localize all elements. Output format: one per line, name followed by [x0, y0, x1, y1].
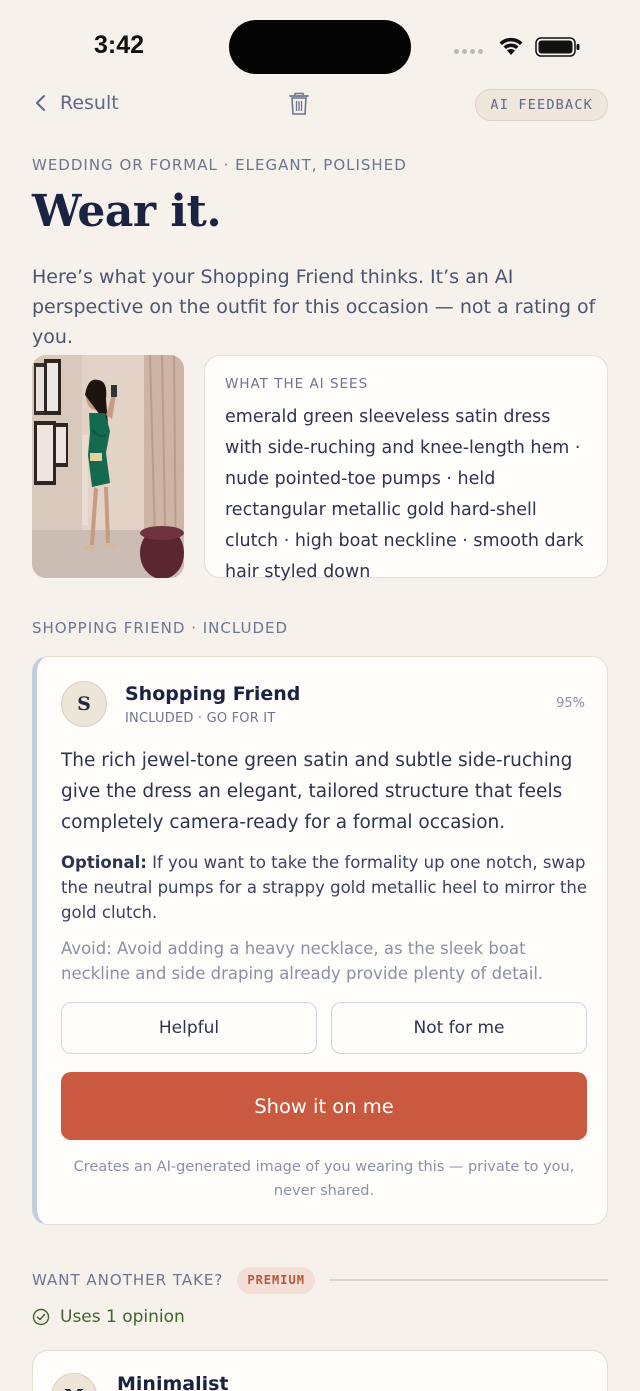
minimalist-card[interactable]: M Minimalist [32, 1350, 608, 1391]
back-label: Result [60, 92, 119, 114]
check-circle-icon [32, 1308, 50, 1326]
wifi-icon [499, 37, 523, 55]
dynamic-island [229, 20, 411, 74]
chevron-left-icon [36, 95, 45, 111]
privacy-disclaimer: Creates an AI-generated image of you wea… [73, 1159, 575, 1199]
outfit-photo[interactable] [32, 355, 184, 578]
friend-name: Shopping Friend [125, 683, 301, 705]
another-take-header: WANT ANOTHER TAKE? PREMIUM [32, 1266, 608, 1294]
intro-text: Here’s what your Shopping Friend thinks.… [32, 266, 596, 348]
page-title: Wear it. [32, 186, 222, 237]
uses-opinion-note: Uses 1 opinion [32, 1307, 185, 1327]
uses-opinion-text: Uses 1 opinion [60, 1307, 185, 1327]
optional-suggestion: Optional: If you want to take the formal… [61, 850, 591, 925]
optional-label: Optional: [61, 853, 147, 872]
avatar: M [51, 1373, 97, 1391]
another-take-label: WANT ANOTHER TAKE? [32, 1271, 224, 1289]
confidence-score: 95% [556, 696, 585, 711]
minimalist-name: Minimalist [117, 1373, 229, 1391]
section-label: SHOPPING FRIEND · INCLUDED [32, 619, 289, 637]
status-bar: 3:42 [0, 0, 640, 92]
show-it-on-me-button[interactable]: Show it on me [61, 1072, 587, 1140]
nav-bar: Result AI FEEDBACK [32, 86, 608, 124]
ai-sees-card: WHAT THE AI SEES emerald green sleeveles… [204, 355, 608, 582]
shopping-friend-card: S Shopping Friend INCLUDED · GO FOR IT 9… [32, 656, 608, 1225]
divider [328, 1279, 608, 1281]
cellular-signal-icon [454, 49, 486, 57]
helpful-button[interactable]: Helpful [61, 1002, 317, 1054]
friend-verdict: INCLUDED · GO FOR IT [125, 711, 276, 726]
ai-sees-label: WHAT THE AI SEES [225, 376, 369, 392]
not-for-me-button[interactable]: Not for me [331, 1002, 587, 1054]
premium-badge: PREMIUM [237, 1266, 315, 1294]
battery-icon [535, 37, 580, 57]
friend-opinion-text: The rich jewel-tone green satin and subt… [61, 750, 573, 833]
ai-sees-text: emerald green sleeveless satin dress wit… [225, 407, 584, 582]
back-button[interactable]: Result [32, 92, 119, 114]
trash-icon[interactable] [288, 92, 310, 116]
occasion-eyebrow: WEDDING OR FORMAL · ELEGANT, POLISHED [32, 156, 407, 174]
avatar: S [61, 681, 107, 727]
outfit-photo-image [32, 355, 184, 578]
status-time: 3:42 [94, 31, 145, 59]
ai-feedback-button[interactable]: AI FEEDBACK [475, 89, 608, 121]
avoid-suggestion: Avoid: Avoid adding a heavy necklace, as… [61, 939, 544, 983]
